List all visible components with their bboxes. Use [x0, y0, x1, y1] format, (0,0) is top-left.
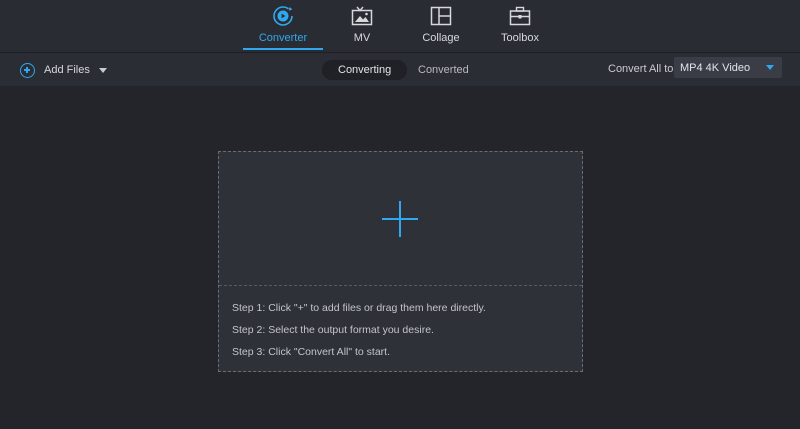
- add-files-label: Add Files: [44, 64, 90, 76]
- plus-icon[interactable]: [382, 201, 418, 237]
- tab-converter[interactable]: Converter: [243, 0, 323, 52]
- step-3-text: Step 3: Click "Convert All" to start.: [232, 346, 391, 358]
- top-navigation: Converter MV Collage Toolbox: [0, 0, 800, 52]
- convert-all-label: Convert All to:: [608, 63, 677, 75]
- tab-converting[interactable]: Converting: [322, 60, 408, 80]
- tab-collage-label: Collage: [422, 32, 460, 44]
- active-tab-underline: [243, 48, 323, 50]
- mv-icon: [351, 5, 373, 27]
- add-file-area[interactable]: [219, 152, 582, 286]
- tab-mv[interactable]: MV: [322, 0, 402, 52]
- instructions: Step 1: Click "+" to add files or drag t…: [232, 302, 486, 368]
- tab-toolbox[interactable]: Toolbox: [480, 0, 560, 52]
- step-1-text: Step 1: Click "+" to add files or drag t…: [232, 302, 486, 314]
- tab-collage[interactable]: Collage: [401, 0, 481, 52]
- tab-toolbox-label: Toolbox: [501, 32, 539, 44]
- add-files-button[interactable]: Add Files: [20, 61, 107, 79]
- dropdown-arrow-icon: [766, 65, 774, 70]
- collage-icon: [430, 5, 452, 27]
- tab-converter-label: Converter: [258, 32, 308, 44]
- file-drop-zone[interactable]: Step 1: Click "+" to add files or drag t…: [218, 151, 583, 372]
- output-format-value: MP4 4K Video: [680, 61, 751, 74]
- step-2-text: Step 2: Select the output format you des…: [232, 324, 434, 336]
- toolbox-icon: [509, 5, 531, 27]
- add-circle-icon: [20, 62, 35, 78]
- tab-converted[interactable]: Converted: [402, 60, 485, 80]
- tab-mv-label: MV: [353, 32, 371, 44]
- converter-icon: [272, 5, 294, 27]
- chevron-down-icon[interactable]: [98, 67, 107, 73]
- output-format-select[interactable]: MP4 4K Video: [674, 57, 782, 78]
